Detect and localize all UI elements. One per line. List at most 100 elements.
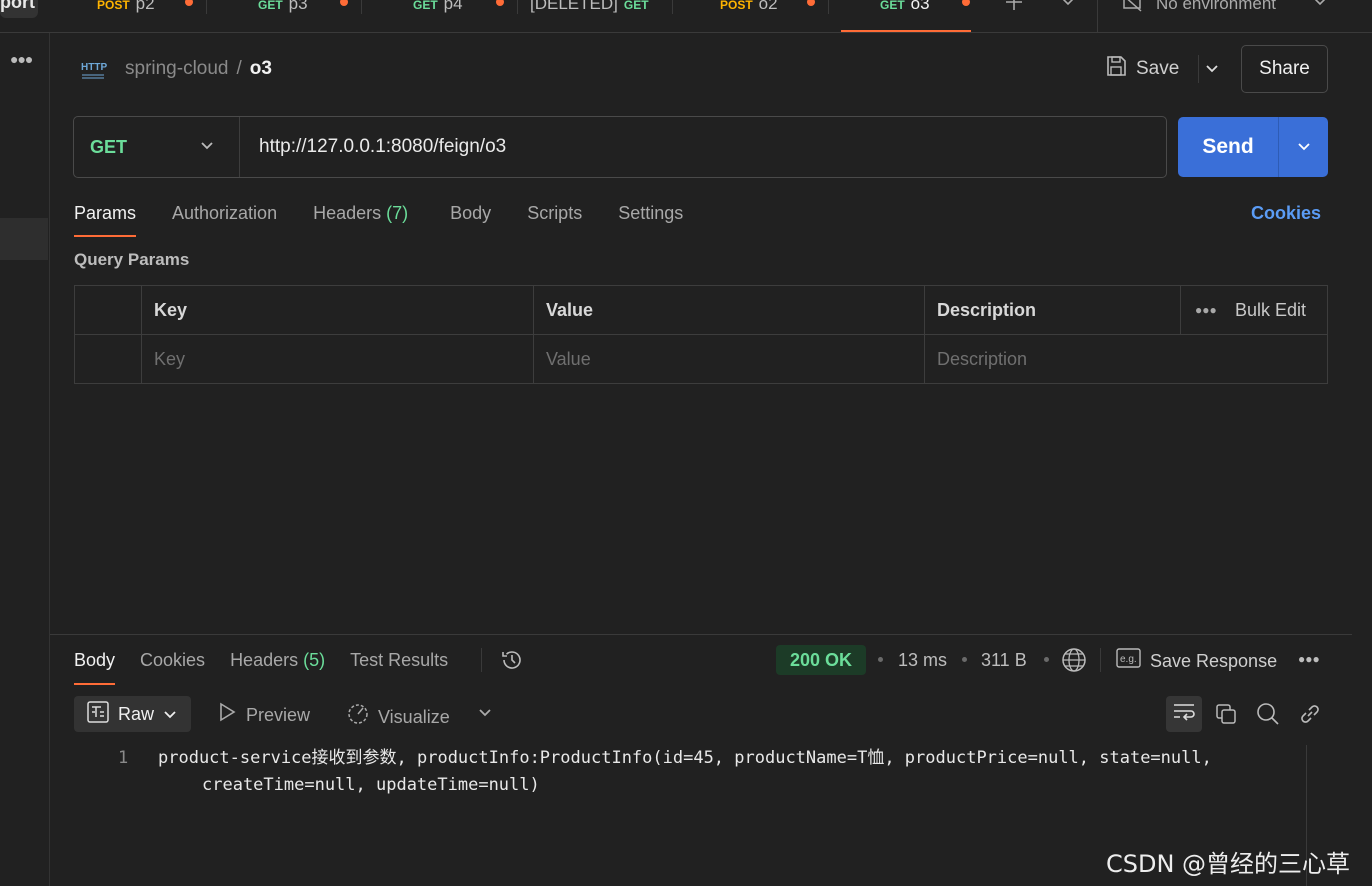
tab-method: GET [413,0,438,12]
svg-text:e.g.: e.g. [1120,654,1137,665]
tab-settings[interactable]: Settings [618,200,683,226]
tab-name: p4 [443,0,463,13]
chevron-down-icon [163,704,177,725]
cookies-link[interactable]: Cookies [1251,200,1321,226]
response-tab-test-results[interactable]: Test Results [350,647,448,673]
tab-p2[interactable]: POST p2 [97,0,193,18]
tab-strip: port POST p2 GET p3 GET p4 [DELETED] GET POS… [0,0,1372,33]
column-options-icon[interactable]: ●●● [1195,286,1217,335]
unsaved-dot [496,0,504,6]
tab-params[interactable]: Params [74,200,137,237]
more-options-icon[interactable]: ●●● [10,51,33,67]
tab-divider [1097,0,1098,33]
response-line-1: product-service接收到参数, productInfo:Produc… [158,748,1212,768]
sidebar-toggle-partial[interactable]: port [0,0,38,18]
environment-selector[interactable]: No environment [1156,0,1276,18]
table-row: Key Value Description [75,335,1327,384]
response-time[interactable]: 13 ms [898,648,947,672]
new-tab-icon[interactable] [1004,0,1024,17]
tab-name: o3 [910,0,930,13]
breadcrumb-collection[interactable]: spring-cloud [125,58,229,79]
share-label: Share [1259,58,1310,79]
method-select[interactable]: GET [74,117,240,177]
key-input[interactable]: Key [141,335,533,384]
meta-separator [962,657,967,662]
rail-selected-item[interactable] [0,218,48,260]
response-size[interactable]: 311 B [981,648,1027,672]
unsaved-dot [340,0,348,6]
tab-headers[interactable]: Headers (7) [313,200,408,226]
save-options-dropdown[interactable] [1198,55,1224,83]
tab-o2[interactable]: POST o2 [720,0,815,18]
share-button[interactable]: Share [1241,45,1328,93]
status-badge[interactable]: 200 OK [776,645,866,675]
save-response-label: Save Response [1150,651,1278,671]
send-options-dropdown[interactable] [1279,117,1328,177]
description-input[interactable]: Description [924,335,1327,384]
play-icon [218,702,236,728]
link-icon[interactable] [1298,702,1322,731]
wrap-lines-button[interactable] [1166,696,1202,732]
copy-icon[interactable] [1214,702,1238,731]
history-icon[interactable] [500,648,524,677]
response-more-icon[interactable]: ●●● [1298,652,1320,666]
tab-scripts[interactable]: Scripts [527,200,582,226]
method-label: GET [90,136,128,157]
http-request-icon: HTTP [80,58,108,80]
globe-icon[interactable] [1061,647,1087,678]
line-number: 1 [118,748,129,768]
search-icon[interactable] [1256,702,1280,731]
divider [481,648,482,672]
save-response-button[interactable]: e.g. Save Response [1116,648,1277,674]
divider [1100,648,1101,672]
tab-name: p2 [135,0,155,13]
tab-method: GET [623,0,649,12]
response-divider[interactable] [50,634,1352,635]
tab-divider [517,0,518,14]
visualize-icon [346,702,370,732]
tab-p3[interactable]: GET p3 [258,0,348,18]
headers-count: (7) [386,203,409,223]
query-params-title: Query Params [74,250,190,269]
response-headers-count: (5) [303,650,326,670]
tab-authorization[interactable]: Authorization [172,200,277,226]
visualize-button[interactable]: Visualize [346,702,450,732]
text-format-icon [87,700,109,728]
format-select[interactable]: Raw [74,696,191,732]
tab-p4[interactable]: GET p4 [413,0,504,18]
response-tabs: Body Cookies Headers (5) Test Results [74,647,448,685]
tab-method: POST [720,0,753,12]
tab-o3[interactable]: GET o3 [880,0,970,18]
tab-deleted[interactable]: [DELETED] GET [530,0,655,18]
table-header-row: Key Value Description ●●● Bulk Edit [75,286,1327,335]
url-input[interactable]: http://127.0.0.1:8080/feign/o3 [259,117,506,177]
tab-divider [672,0,673,14]
url-bar: GET http://127.0.0.1:8080/feign/o3 [73,116,1167,178]
preview-button[interactable]: Preview [218,702,310,728]
send-button[interactable]: Send [1178,117,1279,177]
value-input[interactable]: Value [533,335,924,384]
tab-body[interactable]: Body [450,200,491,226]
unsaved-dot [807,0,815,6]
format-label: Raw [118,703,155,724]
tab-name: p3 [288,0,308,13]
visualize-chevron-icon[interactable] [477,704,493,725]
tab-divider [206,0,207,14]
unsaved-dot [185,0,193,6]
tab-overflow-chevron-icon[interactable] [1060,0,1076,15]
column-key: Key [141,286,533,335]
breadcrumb-separator: / [236,58,242,79]
response-tab-headers[interactable]: Headers (5) [230,647,325,673]
chevron-down-icon [199,138,215,159]
sidebar-partial-label: port [0,0,35,12]
save-button[interactable]: Save [1104,55,1179,83]
environment-chevron-icon[interactable] [1312,0,1328,15]
request-title[interactable]: o3 [250,58,272,79]
response-tab-body[interactable]: Body [74,647,116,685]
watermark: CSDN @曾经的三心草 [1106,850,1351,878]
tab-headers-label: Headers [313,203,382,223]
bulk-edit-button[interactable]: Bulk Edit [1235,286,1306,335]
unsaved-dot [962,0,970,6]
chevron-down-icon [1296,137,1312,158]
response-tab-cookies[interactable]: Cookies [140,647,205,673]
